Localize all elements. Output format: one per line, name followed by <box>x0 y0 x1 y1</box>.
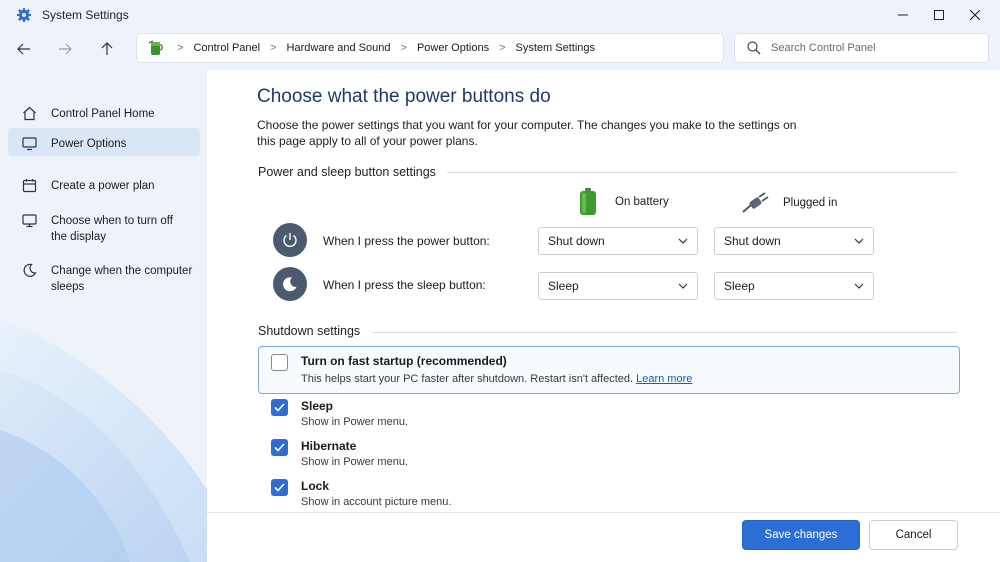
breadcrumb-system-settings[interactable]: System Settings <box>516 42 595 54</box>
fast-startup-description-text: This helps start your PC faster after sh… <box>301 373 634 385</box>
close-button[interactable] <box>955 0 995 30</box>
section-divider <box>372 332 957 333</box>
sidebar-item-label: Create a power plan <box>51 180 155 192</box>
learn-more-link[interactable]: Learn more <box>636 373 692 385</box>
forward-button[interactable] <box>52 38 78 60</box>
up-button[interactable] <box>94 38 120 60</box>
cancel-button[interactable]: Cancel <box>869 520 958 550</box>
maximize-button[interactable] <box>919 0 959 30</box>
sidebar-item-create-power-plan[interactable]: Create a power plan <box>8 170 200 200</box>
chevron-down-icon <box>854 238 864 244</box>
moon-icon <box>23 263 37 277</box>
fast-startup-option[interactable]: Turn on fast startup (recommended) This … <box>258 346 960 394</box>
column-label: Plugged in <box>783 197 838 209</box>
section-divider <box>447 172 957 173</box>
checkmark-icon <box>274 443 285 452</box>
lock-option-description: Show in account picture menu. <box>301 496 452 508</box>
breadcrumb-control-panel[interactable]: Control Panel <box>193 42 260 54</box>
sidebar-item-label: Control Panel Home <box>51 108 155 120</box>
settings-gear-icon <box>17 8 31 22</box>
back-button[interactable] <box>11 38 37 60</box>
sidebar-item-label: Choose when to turn off the display <box>51 215 173 243</box>
minimize-icon <box>898 14 908 16</box>
select-value: Shut down <box>548 234 605 248</box>
footer-divider <box>207 512 1000 513</box>
column-plugged-in: Plugged in <box>741 192 837 214</box>
breadcrumb-separator: > <box>177 42 184 54</box>
sidebar: Control Panel Home Power Options Create … <box>0 70 207 562</box>
breadcrumb-separator: > <box>400 42 407 54</box>
monitor-icon <box>22 137 37 151</box>
chevron-down-icon <box>678 238 688 244</box>
hibernate-checkbox[interactable] <box>271 439 288 456</box>
breadcrumb-separator: > <box>499 42 506 54</box>
lock-checkbox[interactable] <box>271 479 288 496</box>
search-input[interactable] <box>771 42 971 54</box>
arrow-left-icon <box>17 43 30 55</box>
chevron-down-icon <box>678 283 688 289</box>
arrow-right-icon <box>59 43 72 55</box>
breadcrumb-hardware-and-sound[interactable]: Hardware and Sound <box>287 42 391 54</box>
checkmark-icon <box>274 403 285 412</box>
maximize-icon <box>934 10 944 20</box>
sidebar-item-turn-off-display[interactable]: Choose when to turn off the display <box>8 205 188 251</box>
hibernate-option-title: Hibernate <box>301 439 357 453</box>
minimize-button[interactable] <box>883 0 923 30</box>
sleep-option-title: Sleep <box>301 399 334 413</box>
title-bar: System Settings <box>0 0 1000 30</box>
address-bar[interactable]: > Control Panel > Hardware and Sound > P… <box>136 33 724 63</box>
sleep-checkbox[interactable] <box>271 399 288 416</box>
search-box[interactable] <box>734 33 989 63</box>
window-title: System Settings <box>42 8 129 22</box>
column-on-battery: On battery <box>579 188 669 216</box>
fast-startup-description: This helps start your PC faster after sh… <box>301 373 692 385</box>
power-button-plugged-in-select[interactable]: Shut down <box>714 227 874 255</box>
hibernate-option-description: Show in Power menu. <box>301 456 408 468</box>
sidebar-item-power-options[interactable]: Power Options <box>8 128 200 156</box>
breadcrumb-power-options[interactable]: Power Options <box>417 42 489 54</box>
page-description: Choose the power settings that you want … <box>257 118 797 148</box>
sidebar-item-label: Power Options <box>51 138 127 150</box>
sleep-option-description: Show in Power menu. <box>301 416 408 428</box>
power-button-on-battery-select[interactable]: Shut down <box>538 227 698 255</box>
select-value: Sleep <box>548 279 579 293</box>
fast-startup-title: Turn on fast startup (recommended) <box>301 354 507 368</box>
power-icon <box>273 223 307 257</box>
calendar-icon <box>22 179 37 193</box>
home-icon <box>23 106 36 121</box>
display-icon <box>22 214 37 228</box>
power-options-icon <box>148 40 163 55</box>
navigation-bar: > Control Panel > Hardware and Sound > P… <box>0 30 1000 70</box>
select-value: Shut down <box>724 234 781 248</box>
fast-startup-checkbox[interactable] <box>271 354 288 371</box>
save-changes-button[interactable]: Save changes <box>742 520 860 550</box>
section-heading-power-sleep: Power and sleep button settings <box>258 165 436 179</box>
breadcrumb-separator: > <box>270 42 277 54</box>
sleep-button-label: When I press the sleep button: <box>323 278 486 292</box>
power-button-label: When I press the power button: <box>323 234 490 248</box>
sleep-button-plugged-in-select[interactable]: Sleep <box>714 272 874 300</box>
lock-option-title: Lock <box>301 479 330 493</box>
sleep-moon-icon <box>273 267 307 301</box>
section-heading-shutdown: Shutdown settings <box>258 324 361 338</box>
search-icon <box>747 41 761 55</box>
page-title: Choose what the power buttons do <box>257 86 551 107</box>
battery-icon <box>580 188 596 215</box>
close-icon <box>970 10 980 20</box>
select-value: Sleep <box>724 279 755 293</box>
sidebar-item-label: Change when the computer sleeps <box>51 265 193 293</box>
column-label: On battery <box>615 196 669 208</box>
arrow-up-icon <box>101 42 113 55</box>
chevron-down-icon <box>854 283 864 289</box>
checkmark-icon <box>274 483 285 492</box>
sleep-button-on-battery-select[interactable]: Sleep <box>538 272 698 300</box>
main-content: Choose what the power buttons do Choose … <box>207 70 1000 562</box>
sidebar-item-control-panel-home[interactable]: Control Panel Home <box>8 98 200 128</box>
plug-icon <box>742 192 769 213</box>
sidebar-item-computer-sleeps[interactable]: Change when the computer sleeps <box>8 255 198 301</box>
